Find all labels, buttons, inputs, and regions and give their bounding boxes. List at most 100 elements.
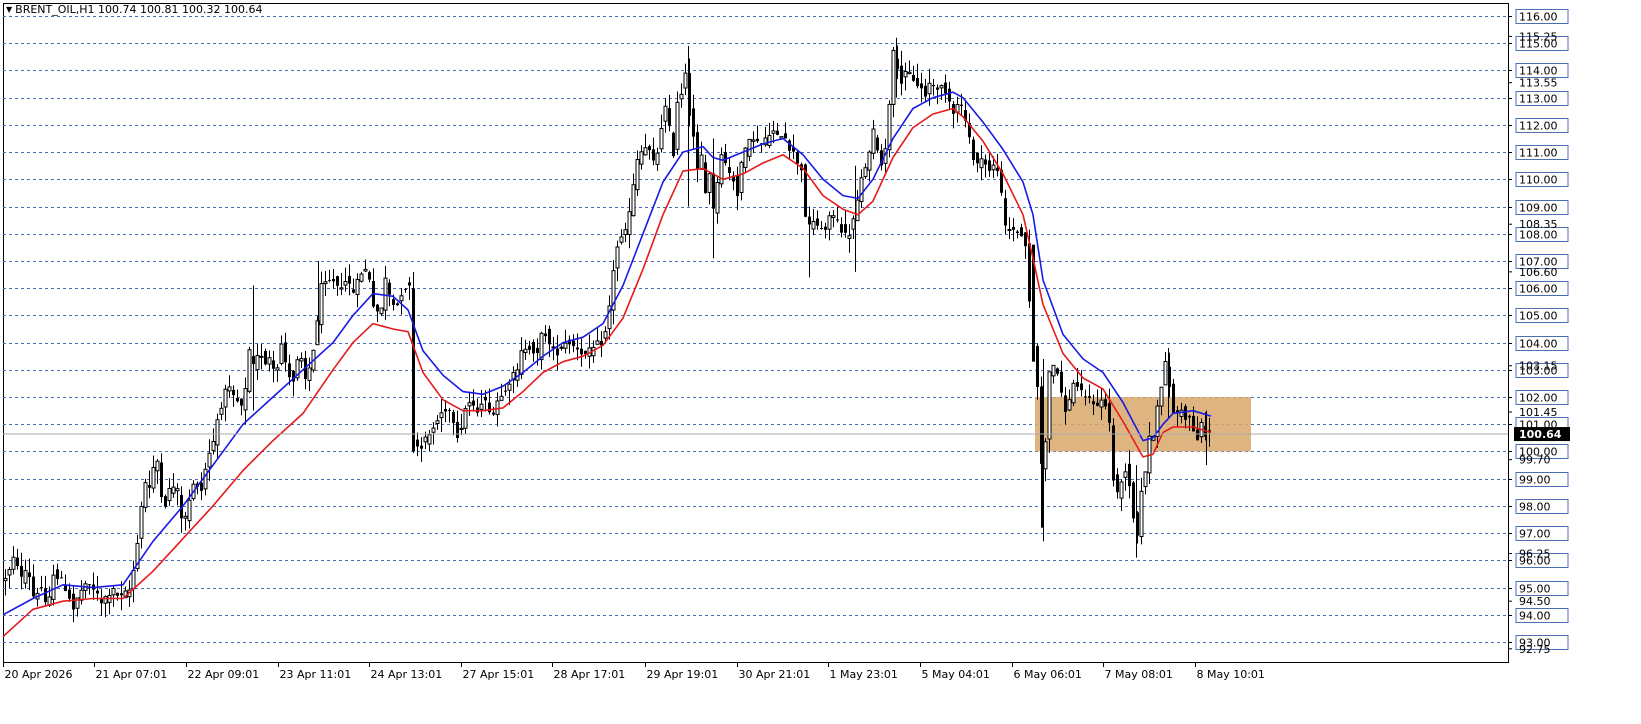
candle-body-bear (284, 342, 287, 363)
chart-background (0, 0, 1641, 719)
candle-body-bear (1036, 346, 1039, 387)
time-tick-label: 29 Apr 19:01 (647, 668, 719, 681)
candle-body-bear (756, 138, 759, 142)
candle-body-bear (416, 439, 419, 447)
candle-body-bear (816, 218, 819, 226)
candle-body-bear (1016, 231, 1019, 234)
candle-body-bull (927, 82, 932, 95)
candle-body-bear (1064, 395, 1067, 412)
candle-body-bull (519, 350, 524, 375)
candle-body-bull (603, 331, 608, 339)
price-minor-label: 115.25 (1519, 30, 1558, 43)
candle-body-bear (1188, 415, 1191, 418)
candle-body-bull (467, 402, 472, 407)
candle-body-bull (299, 357, 304, 362)
candle-body-bear (96, 590, 99, 594)
price-level-label: 111.00 (1519, 147, 1558, 160)
candle-body-bull (643, 147, 648, 156)
price-level-label: 98.00 (1519, 501, 1551, 514)
candle-body-bull (183, 515, 188, 519)
candle-body-bull (1043, 441, 1048, 470)
candle-body-bull (435, 420, 440, 424)
candle-body-bull (559, 346, 564, 349)
candle-body-bull (847, 235, 852, 239)
candle-body-bear (1132, 482, 1135, 519)
candle-body-bear (796, 152, 799, 164)
price-level-label: 104.00 (1519, 338, 1558, 351)
time-tick-label: 5 May 04:01 (922, 668, 990, 681)
candle-body-bull (811, 221, 816, 230)
time-tick-label: 6 May 06:01 (1014, 668, 1082, 681)
candle-body-bear (60, 577, 63, 579)
price-minor-label: 94.50 (1519, 595, 1551, 608)
candle-body-bear (404, 288, 407, 290)
candle-body-bull (739, 161, 744, 194)
candle-body-bear (944, 82, 947, 94)
candle-body-bear (492, 412, 495, 415)
price-chart[interactable]: 116.00115.00114.00113.00112.00111.00110.… (0, 0, 1641, 719)
symbol-label: BRENT_OIL,H1 (15, 3, 95, 16)
candle-body-bull (683, 72, 688, 89)
candle-body-bear (976, 152, 979, 164)
candle-body-bear (672, 132, 675, 157)
candle-body-bull (131, 569, 136, 590)
price-level-label: 97.00 (1519, 528, 1551, 541)
candle-body-bear (376, 304, 379, 312)
candle-body-bull (715, 182, 720, 214)
candle-body-bull (1051, 364, 1056, 377)
candle-body-bull (851, 218, 856, 230)
candle-body-bear (348, 276, 351, 284)
candle-body-bull (167, 487, 172, 502)
candle-body-bull (595, 340, 600, 345)
price-minor-label: 96.25 (1519, 548, 1551, 561)
candle-body-bull (1047, 371, 1052, 440)
candle-body-bull (355, 278, 360, 296)
ohlc-open: 100.74 (98, 3, 137, 16)
candle-body-bull (675, 101, 680, 150)
candle-body-bear (840, 224, 843, 233)
time-tick-label: 21 Apr 07:01 (96, 668, 168, 681)
candle-body-bull (23, 570, 28, 584)
candle-body-bear (548, 328, 551, 345)
candle-body-bull (991, 164, 996, 171)
candle-body-bull (143, 482, 148, 508)
candle-body-bear (696, 132, 699, 169)
candle-body-bull (383, 277, 388, 311)
candle-body-bear (576, 347, 579, 350)
current-price-label: 100.64 (1519, 428, 1562, 441)
candle-body-bull (767, 134, 772, 146)
candle-body-bull (51, 574, 56, 600)
price-level-label: 109.00 (1519, 202, 1558, 215)
candle-body-bull (11, 556, 16, 570)
candle-body-bull (863, 167, 868, 178)
candle-body-bear (1128, 463, 1131, 487)
candle-body-bear (1084, 396, 1087, 398)
ohlc-high: 100.81 (140, 3, 179, 16)
candle-body-bear (1192, 415, 1195, 432)
candle-body-bull (707, 173, 712, 193)
candle-body-bull (243, 388, 248, 411)
candle-body-bull (279, 343, 284, 364)
candle-body-bull (1071, 382, 1076, 404)
candle-body-bull (1159, 386, 1164, 407)
candle-body-bear (1020, 227, 1023, 237)
candle-body-bear (1184, 406, 1187, 420)
candle-body-bull (1119, 481, 1124, 499)
price-level-label: 116.00 (1519, 11, 1558, 24)
candle-body-bull (619, 236, 624, 243)
candle-body-bear (984, 159, 987, 165)
price-level-label: 95.00 (1519, 583, 1551, 596)
candle-body-bull (1067, 399, 1072, 411)
candle-body-bull (423, 436, 428, 443)
price-minor-label: 101.45 (1519, 406, 1558, 419)
candle-body-bull (7, 569, 12, 576)
candle-body-bear (1196, 429, 1199, 441)
candle-body-bull (479, 403, 484, 410)
candle-body-bear (1024, 232, 1027, 247)
candle-body-bear (1108, 403, 1111, 423)
candle-body-bull (1139, 490, 1144, 538)
collapse-triangle-icon[interactable]: ▼ (6, 5, 12, 14)
price-level-label: 112.00 (1519, 120, 1558, 133)
chart-title[interactable]: ▼ BRENT_OIL,H1 100.74 100.81 100.32 100.6… (6, 3, 263, 16)
candle-body-bull (659, 128, 664, 150)
